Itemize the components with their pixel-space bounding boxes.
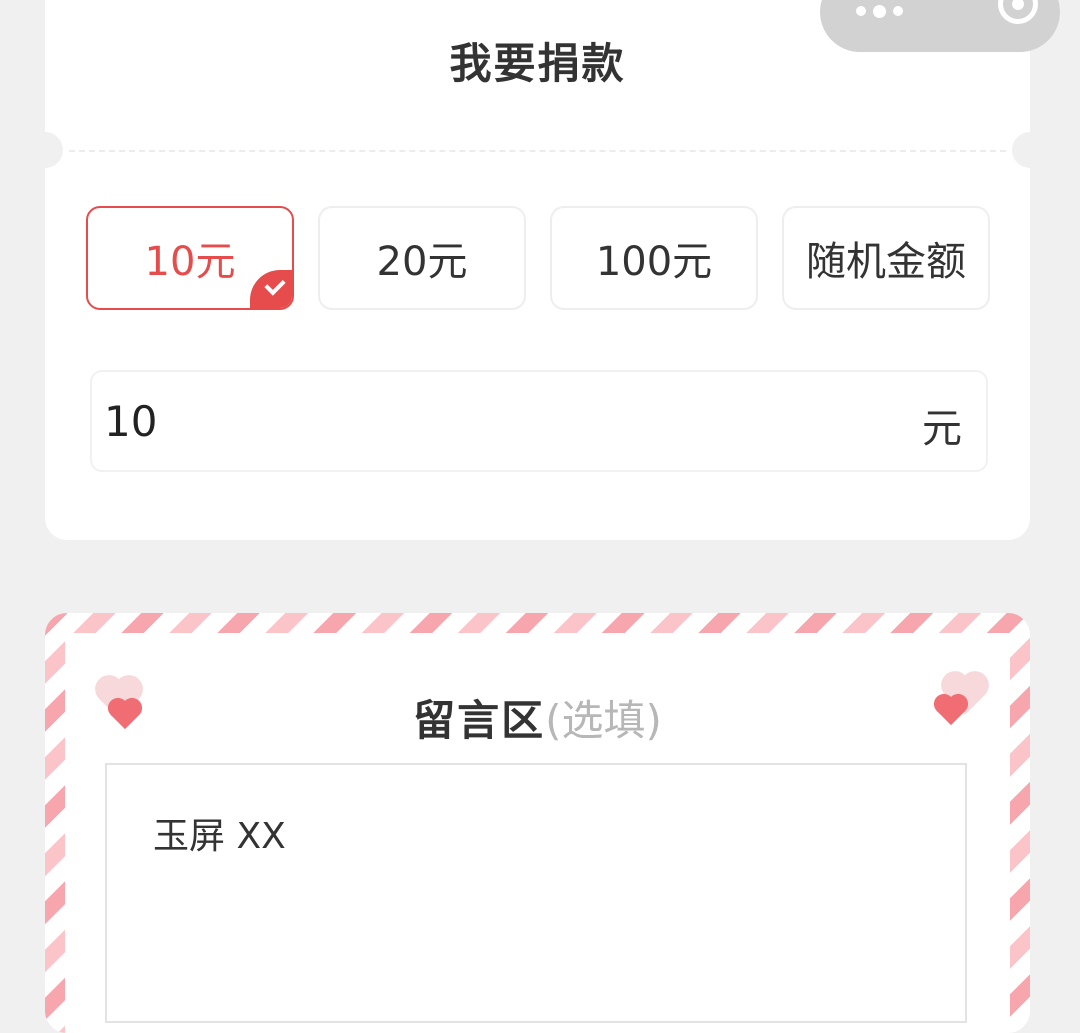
message-card: 留言区(选填) 玉屏 XX bbox=[45, 613, 1030, 1033]
message-title-label: 留言区 bbox=[413, 696, 546, 745]
amount-option-random[interactable]: 随机金额 bbox=[782, 206, 990, 310]
donation-card: 我要捐款 10元 20元 100元 随机金额 元 bbox=[27, 0, 1048, 540]
more-dots-icon[interactable] bbox=[856, 5, 903, 18]
amount-option-label: 20元 bbox=[376, 239, 468, 285]
amount-option-20[interactable]: 20元 bbox=[318, 206, 526, 310]
message-textarea[interactable]: 玉屏 XX bbox=[105, 763, 967, 1023]
message-panel: 留言区(选填) 玉屏 XX bbox=[65, 633, 1010, 1033]
check-icon bbox=[250, 270, 292, 308]
message-text: 玉屏 XX bbox=[153, 816, 286, 857]
close-target-icon[interactable] bbox=[998, 0, 1038, 24]
amount-option-label: 随机金额 bbox=[806, 239, 966, 285]
message-title: 留言区(选填) bbox=[65, 687, 1010, 748]
amount-option-10[interactable]: 10元 bbox=[86, 206, 294, 310]
amount-option-label: 10元 bbox=[144, 239, 236, 285]
ticket-cut-left bbox=[27, 132, 63, 168]
mini-program-capsule bbox=[820, 0, 1060, 52]
message-optional-hint: (选填) bbox=[545, 696, 662, 745]
dashed-divider bbox=[69, 150, 1006, 152]
amount-option-label: 100元 bbox=[595, 239, 713, 285]
ticket-cut-right bbox=[1012, 132, 1048, 168]
amount-unit-label: 元 bbox=[922, 406, 962, 452]
amount-option-100[interactable]: 100元 bbox=[550, 206, 758, 310]
amount-input-field: 元 bbox=[90, 370, 988, 472]
amount-options: 10元 20元 100元 随机金额 bbox=[86, 206, 990, 310]
amount-input[interactable] bbox=[104, 372, 804, 470]
